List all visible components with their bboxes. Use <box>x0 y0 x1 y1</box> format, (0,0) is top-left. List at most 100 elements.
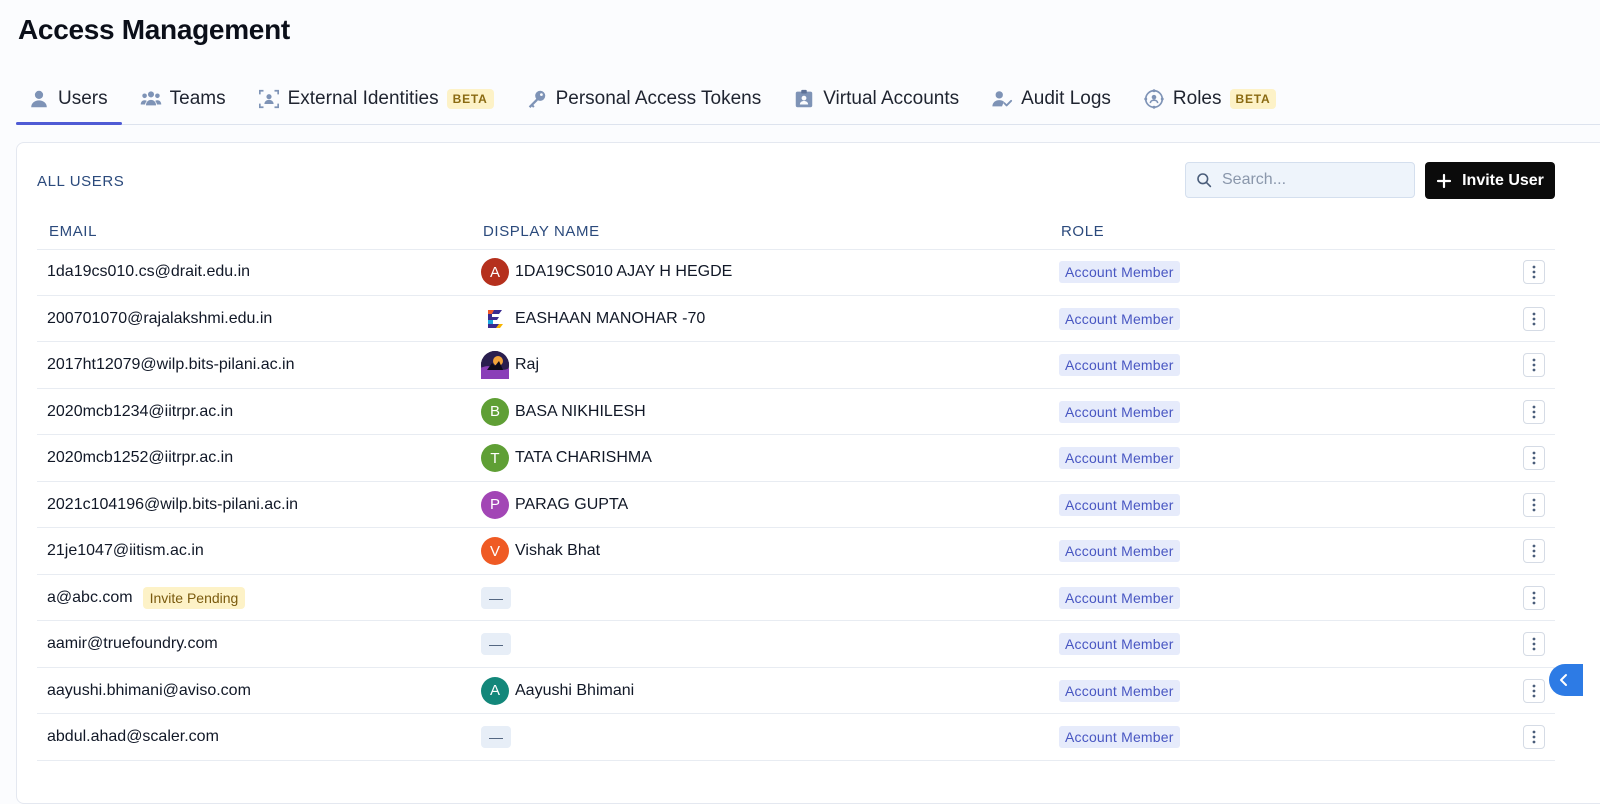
role-badge: Account Member <box>1059 493 1180 516</box>
beta-badge: BETA <box>446 89 494 109</box>
tab-roles[interactable]: Roles BETA <box>1131 74 1291 124</box>
user-email: aayushi.bhimani@aviso.com <box>47 681 251 699</box>
user-email: aamir@truefoundry.com <box>47 635 218 652</box>
user-email: 1da19cs010.cs@drait.edu.in <box>47 263 251 280</box>
team-icon <box>140 88 162 110</box>
invite-pending-badge: Invite Pending <box>142 586 246 609</box>
plus-icon <box>1436 173 1452 188</box>
user-table-body: 1da19cs010.cs@drait.edu.in A 1DA19CS010 … <box>37 249 1555 761</box>
more-vertical-icon <box>1532 498 1536 511</box>
more-vertical-icon <box>1532 684 1536 697</box>
more-vertical-icon <box>1532 730 1536 744</box>
users-card: ALL USERS Invite User EMAIL DISPLAY NAME… <box>16 142 1600 804</box>
invite-user-label: Invite User <box>1462 171 1544 189</box>
role-badge: Account Member <box>1059 354 1180 376</box>
invite-user-button[interactable]: Invite User <box>1425 162 1555 199</box>
user-email: 2020mcb1252@iitrpr.ac.in <box>47 449 234 466</box>
page-title: Access Management <box>18 14 290 45</box>
more-vertical-icon <box>1532 544 1536 558</box>
table-row[interactable]: a@abc.com Invite Pending — Account Membe… <box>37 575 1555 621</box>
chevron-left-icon <box>1560 674 1567 686</box>
table-row[interactable]: aamir@truefoundry.com — Account Member <box>37 621 1555 668</box>
user-email: 200701070@rajalakshmi.edu.in <box>47 309 273 327</box>
table-row[interactable]: 2021c104196@wilp.bits-pilani.ac.in P PAR… <box>37 482 1555 528</box>
table-header: EMAIL DISPLAY NAME ROLE <box>37 215 1555 250</box>
row-actions-button[interactable] <box>1523 632 1545 656</box>
more-vertical-icon <box>1532 591 1536 604</box>
tab-teams[interactable]: Teams <box>128 74 240 124</box>
row-actions-button[interactable] <box>1523 306 1545 331</box>
avatar: V <box>481 537 509 565</box>
table-row[interactable]: 200701070@rajalakshmi.edu.in EASHAAN MAN… <box>37 296 1555 342</box>
external-identities-icon <box>258 88 280 110</box>
table-row[interactable]: abdul.ahad@scaler.com — Account Member <box>37 714 1555 761</box>
table-row[interactable]: 2020mcb1252@iitrpr.ac.in T TATA CHARISHM… <box>37 435 1555 482</box>
user-display-name: PARAG GUPTA <box>515 495 629 513</box>
empty-display-name: — <box>481 726 511 748</box>
user-icon <box>28 88 50 110</box>
tab-audit-logs[interactable]: Audit Logs <box>979 74 1125 124</box>
row-actions-button[interactable] <box>1523 399 1545 424</box>
search-icon <box>1197 173 1212 188</box>
role-badge: Account Member <box>1059 679 1180 702</box>
beta-badge: BETA <box>1229 89 1277 109</box>
row-actions-button[interactable] <box>1523 539 1545 563</box>
avatar: P <box>481 490 509 519</box>
table-row[interactable]: 2020mcb1234@iitrpr.ac.in B BASA NIKHILES… <box>37 389 1555 435</box>
search-input[interactable] <box>1220 170 1404 190</box>
table-row[interactable]: 2017ht12079@wilp.bits-pilani.ac.in Raj A… <box>37 342 1555 389</box>
tab-bar: Users Teams External Identities BETA Per… <box>16 74 1600 125</box>
user-email: 2021c104196@wilp.bits-pilani.ac.in <box>47 495 299 513</box>
more-vertical-icon <box>1532 405 1536 418</box>
row-actions-button[interactable] <box>1523 725 1545 749</box>
row-actions-button[interactable] <box>1523 260 1545 284</box>
user-display-name: EASHAAN MANOHAR -70 <box>515 309 706 327</box>
role-badge: Account Member <box>1059 261 1180 283</box>
key-icon <box>526 88 548 110</box>
tab-users[interactable]: Users <box>16 74 122 125</box>
roles-icon <box>1143 88 1165 110</box>
row-actions-button[interactable] <box>1523 446 1545 470</box>
more-vertical-icon <box>1532 265 1536 279</box>
user-check-icon <box>991 88 1013 110</box>
more-vertical-icon <box>1532 637 1536 651</box>
user-display-name: 1DA19CS010 AJAY H HEGDE <box>515 263 733 280</box>
empty-display-name: — <box>481 586 511 609</box>
role-badge: Account Member <box>1059 307 1180 330</box>
user-display-name: TATA CHARISHMA <box>515 449 652 466</box>
section-label: ALL USERS <box>37 173 125 190</box>
user-email: 21je1047@iitism.ac.in <box>47 542 204 559</box>
column-header-email: EMAIL <box>49 223 98 240</box>
role-badge: Account Member <box>1059 540 1180 562</box>
role-badge: Account Member <box>1059 633 1180 655</box>
row-actions-button[interactable] <box>1523 678 1545 703</box>
user-display-name: Aayushi Bhimani <box>515 681 635 699</box>
avatar: B <box>481 397 509 426</box>
tab-label: Teams <box>169 88 226 109</box>
user-display-name: Raj <box>515 356 540 373</box>
tab-label: Virtual Accounts <box>823 88 960 109</box>
role-badge: Account Member <box>1059 586 1180 609</box>
user-display-name: Vishak Bhat <box>515 542 601 559</box>
role-badge: Account Member <box>1059 447 1180 469</box>
row-actions-button[interactable] <box>1523 492 1545 517</box>
tab-virtual-accounts[interactable]: Virtual Accounts <box>781 74 973 124</box>
table-row[interactable]: 21je1047@iitism.ac.in V Vishak Bhat Acco… <box>37 528 1555 575</box>
user-email: abdul.ahad@scaler.com <box>47 728 219 745</box>
row-actions-button[interactable] <box>1523 353 1545 377</box>
tab-personal-access-tokens[interactable]: Personal Access Tokens <box>514 74 776 124</box>
search-box[interactable] <box>1185 162 1415 198</box>
avatar: A <box>481 676 509 705</box>
more-vertical-icon <box>1532 358 1536 372</box>
row-actions-button[interactable] <box>1523 585 1545 610</box>
table-row[interactable]: 1da19cs010.cs@drait.edu.in A 1DA19CS010 … <box>37 249 1555 296</box>
table-row[interactable]: aayushi.bhimani@aviso.com A Aayushi Bhim… <box>37 668 1555 714</box>
column-header-display-name: DISPLAY NAME <box>483 223 600 240</box>
id-badge-icon <box>793 88 815 110</box>
tab-label: Personal Access Tokens <box>555 88 762 109</box>
more-vertical-icon <box>1532 312 1536 325</box>
tab-label: External Identities <box>287 88 439 109</box>
tab-external-identities[interactable]: External Identities BETA <box>246 74 508 124</box>
role-badge: Account Member <box>1059 726 1180 748</box>
side-panel-toggle-button[interactable] <box>1549 664 1583 696</box>
